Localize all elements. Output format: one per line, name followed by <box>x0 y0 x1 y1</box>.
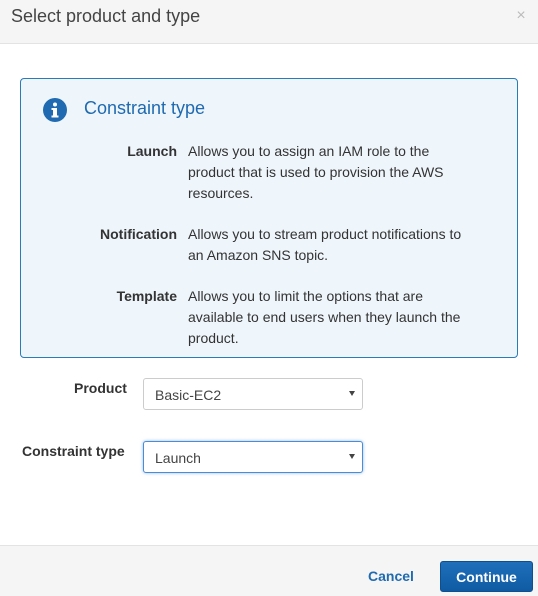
dialog-header: Select product and type × <box>0 0 538 44</box>
chevron-down-icon <box>349 454 355 459</box>
dialog-title: Select product and type <box>11 6 201 26</box>
chevron-down-icon <box>349 391 355 396</box>
constraint-type-select[interactable]: Launch <box>143 441 363 473</box>
product-label: Product <box>74 380 127 396</box>
definition-term: Template <box>116 288 177 304</box>
close-icon[interactable]: × <box>514 8 528 24</box>
product-select[interactable]: Basic-EC2 <box>143 378 363 410</box>
info-title: Constraint type <box>84 98 206 118</box>
cancel-button[interactable]: Cancel <box>352 561 430 591</box>
definition-description: Allows you to limit the options that are… <box>188 288 461 346</box>
constraint-type-select-value: Launch <box>155 450 201 466</box>
definition-term: Notification <box>100 226 177 242</box>
definition-term: Launch <box>127 143 177 159</box>
constraint-type-label: Constraint type <box>22 443 125 459</box>
continue-button[interactable]: Continue <box>440 561 533 592</box>
info-icon <box>43 98 67 122</box>
constraint-info-panel: Constraint type Launch Allows you to ass… <box>20 78 518 358</box>
dialog-footer: Cancel Continue <box>0 545 538 596</box>
product-select-value: Basic-EC2 <box>155 387 222 403</box>
definition-description: Allows you to stream product notificatio… <box>188 226 462 263</box>
definition-description: Allows you to assign an IAM role to the … <box>188 143 444 201</box>
